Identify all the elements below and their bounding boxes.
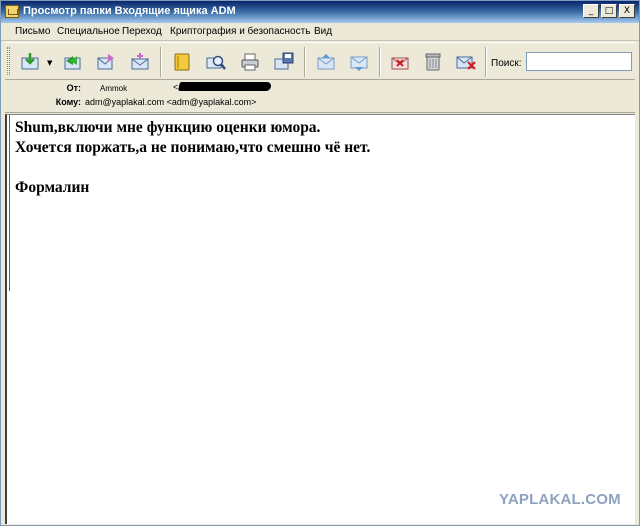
get-mail-dropdown-arrow[interactable]: ▼	[47, 59, 52, 67]
window-controls: _ □ X	[583, 4, 635, 18]
previous-message-button[interactable]	[311, 47, 341, 77]
to-label: Кому:	[55, 97, 81, 107]
from-name[interactable]: Ammok	[100, 84, 127, 93]
delete-icon	[456, 56, 476, 70]
message-headers: От: Ammok < Кому: adm@yaplakal.com <adm@…	[5, 81, 635, 113]
mark-junk-button[interactable]	[385, 47, 415, 77]
from-email-bracket: <	[173, 82, 179, 92]
search-input[interactable]	[526, 52, 632, 71]
forward-button[interactable]	[91, 47, 121, 77]
mail-window: Просмотр папки Входящие ящика ADM _ □ X …	[0, 0, 640, 526]
toolbar-separator	[304, 47, 306, 77]
get-mail-icon	[21, 53, 39, 70]
search-button[interactable]	[201, 47, 231, 77]
reply-icon	[64, 56, 81, 70]
previous-icon	[317, 54, 335, 70]
get-mail-button[interactable]	[15, 47, 45, 77]
maximize-button[interactable]: □	[601, 4, 617, 18]
menu-special[interactable]: Специальное	[57, 26, 120, 37]
forward-icon	[97, 54, 114, 70]
reply-button[interactable]	[57, 47, 87, 77]
save-icon	[274, 52, 294, 70]
message-line: Хочется поржать,а не понимаю,что смешно …	[15, 139, 371, 156]
redaction-mark	[178, 82, 272, 91]
new-message-button[interactable]	[125, 47, 155, 77]
toolbar-separator	[160, 47, 162, 77]
new-message-icon	[131, 53, 149, 70]
menu-bar: Письмо Специальное Переход Криптография …	[1, 23, 639, 41]
save-button[interactable]	[269, 47, 299, 77]
close-button[interactable]: X	[619, 4, 635, 18]
watermark: YAPLAKAL.COM	[499, 491, 621, 508]
toolbar: ▼ Поиск:	[5, 42, 635, 80]
next-message-button[interactable]	[344, 47, 374, 77]
search-label: Поиск:	[491, 58, 522, 69]
mail-app-icon	[5, 5, 19, 18]
trash-icon	[425, 53, 441, 71]
title-bar[interactable]: Просмотр папки Входящие ящика ADM _ □ X	[1, 1, 639, 23]
search-icon	[206, 55, 226, 70]
message-signature: Формалин	[15, 179, 90, 196]
menu-crypto[interactable]: Криптография и безопасность	[170, 26, 310, 37]
to-value[interactable]: adm@yaplakal.com <adm@yaplakal.com>	[85, 97, 256, 107]
from-label: От:	[66, 83, 81, 93]
window-title: Просмотр папки Входящие ящика ADM	[23, 5, 236, 17]
delete-button[interactable]	[451, 47, 481, 77]
trash-button[interactable]	[418, 47, 448, 77]
toolbar-grip[interactable]	[7, 47, 10, 75]
next-icon	[350, 56, 368, 71]
toolbar-separator	[485, 47, 487, 77]
menu-view[interactable]: Вид	[314, 26, 332, 37]
menu-letter[interactable]: Письмо	[15, 26, 50, 37]
address-book-icon	[174, 53, 190, 71]
toolbar-separator	[379, 47, 381, 77]
address-book-button[interactable]	[167, 47, 197, 77]
menu-navigate[interactable]: Переход	[122, 26, 162, 37]
print-button[interactable]	[235, 47, 265, 77]
print-icon	[241, 53, 259, 71]
mark-junk-icon	[391, 57, 409, 70]
message-body[interactable]: Shum,включи мне функцию оценки юмора. Хо…	[5, 114, 635, 524]
message-line: Shum,включи мне функцию оценки юмора.	[15, 119, 321, 136]
minimize-button[interactable]: _	[583, 4, 599, 18]
